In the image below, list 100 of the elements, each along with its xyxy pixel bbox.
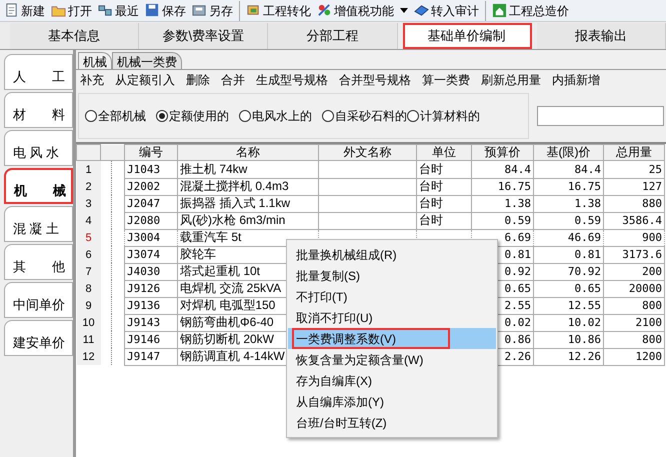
table-cell: 127 [642,180,662,193]
radio-button[interactable] [156,110,168,122]
radio-label: 全部机械 [98,108,146,125]
side-tab[interactable]: 机 械 [4,168,73,204]
table-cell: 1.38 [574,197,601,210]
table-cell: 12.26 [568,350,601,363]
toolbar-button[interactable]: 删除 [186,71,210,89]
table-cell: 钢筋弯曲机Φ6-40 [180,315,274,329]
toolbar-button[interactable]: 增值税功能 [317,0,394,20]
column-header: 编号 [124,144,178,160]
toolbar-button[interactable]: 合并 [221,71,245,89]
table-cell: 3173.6 [622,248,662,261]
table-cell: 16.75 [498,180,531,193]
table-cell: 0.65 [504,282,531,295]
tab[interactable]: 基本信息 [10,23,140,49]
side-tab[interactable]: 材 料 [4,92,73,128]
tab[interactable]: 报表输出 [536,23,666,49]
toolbar-button[interactable]: 内插新增 [552,71,600,89]
radio-button[interactable] [239,110,251,122]
menu-item[interactable]: 台班/台时互转(Z) [292,412,395,433]
table-cell: 钢筋切断机 20kW [180,332,274,346]
table-cell: J9136 [127,299,160,312]
table-cell: 推土机 74kw [180,162,248,176]
table-cell: J9146 [127,333,160,346]
tab[interactable]: 参数\费率设置 [139,23,268,49]
table-cell: 0.86 [504,333,531,346]
table-cell: 800 [642,299,662,312]
tab[interactable]: 基础单价编制 [402,23,532,49]
toolbar-button[interactable]: 最近 [98,0,139,20]
radio-button[interactable] [85,110,97,122]
tab[interactable]: 机械 [78,52,112,69]
table-cell: 0.81 [574,248,601,261]
table-cell: 10.02 [568,316,601,329]
tab[interactable]: 机械一类费 [112,52,182,69]
table-cell: 风(砂)水枪 6m3/min [180,213,286,227]
side-tab[interactable]: 中间单价 [4,282,73,318]
radio-label: 电风水上的 [252,108,312,125]
table-cell: J2002 [127,180,160,193]
table-cell: 20000 [628,282,662,295]
row-number: 1 [76,160,100,178]
toolbar-button[interactable]: 新建 [4,0,45,20]
toolbar-button[interactable]: 另存 [192,0,233,20]
row-number: 2 [76,178,100,195]
menu-item[interactable]: 存为自编库(X) [292,370,380,391]
table-cell: 塔式起重机 10t [180,264,260,278]
table-cell: 台时 [419,213,443,227]
table-cell: J9147 [127,350,160,363]
side-tab[interactable]: 其 他 [4,244,73,280]
dropdown-caret-icon[interactable] [400,8,408,14]
table-cell: 6.69 [504,231,531,244]
side-tab[interactable]: 混 凝 土 [4,206,73,242]
menu-item[interactable]: 取消不打印(U) [292,307,381,328]
table-cell: 振捣器 插入式 1.1kw [180,196,290,210]
side-tab[interactable]: 建安单价 [4,320,73,356]
toolbar-button[interactable]: 保存 [145,0,186,20]
radio-button[interactable] [322,110,334,122]
toolbar-button[interactable]: 算一类费 [422,71,470,89]
toolbar-button[interactable]: 从定额引入 [115,71,175,89]
table-cell: 0.59 [574,214,601,227]
row-number: 10 [76,314,100,331]
toolbar-button[interactable]: 工程总造价 [485,0,569,20]
table-cell: J9126 [127,282,160,295]
toolbar-button[interactable]: 合并型号规格 [339,71,411,89]
table-cell: 16.75 [568,180,601,193]
column-header: 预算价 [472,144,534,160]
table-cell: 84.4 [574,162,601,176]
table-cell: J2080 [127,214,160,227]
column-header: 单位 [416,144,472,160]
table-cell: 46.69 [568,231,601,244]
column-header: 外文名称 [318,144,416,160]
side-tab[interactable]: 人 工 [4,54,73,90]
table-cell: 台时 [419,179,443,193]
row-number: 7 [76,263,100,280]
side-tab[interactable]: 电 风 水 [4,130,73,166]
table-cell: 25 [648,162,662,176]
menu-item[interactable]: 恢复含量为定额含量(W) [292,349,432,370]
toolbar-button[interactable]: 生成型号规格 [256,71,328,89]
row-number: 3 [76,195,100,212]
column-header: 总用量 [604,144,664,160]
table-cell: 1.38 [504,197,531,210]
toolbar-button[interactable]: 打开 [51,0,92,20]
radio-button[interactable] [407,110,419,122]
house-icon [492,3,507,18]
search-field[interactable] [536,106,664,126]
table-cell: 台时 [419,196,443,210]
menu-item[interactable]: 批量换机械组成(R) [292,244,405,265]
toolbar-button[interactable]: 补充 [80,71,104,89]
table-cell: 载重汽车 5t [180,230,242,244]
column-header: 基(限)价 [534,144,604,160]
tab[interactable]: 分部工程 [268,23,398,49]
table-cell: 200 [642,265,662,278]
toolbar-button[interactable]: 工程转化 [239,0,311,20]
menu-item[interactable]: 从自编库添加(Y) [292,391,392,412]
table-cell: 台时 [419,162,443,176]
toolbar-button[interactable]: 刷新总用量 [481,71,541,89]
toolbar-button[interactable]: 转入审计 [414,0,479,20]
menu-item[interactable]: 不打印(T) [292,286,356,307]
table-cell: 2.55 [504,299,531,312]
table-cell: J3004 [127,231,160,244]
menu-item[interactable]: 批量复制(S) [292,265,368,286]
